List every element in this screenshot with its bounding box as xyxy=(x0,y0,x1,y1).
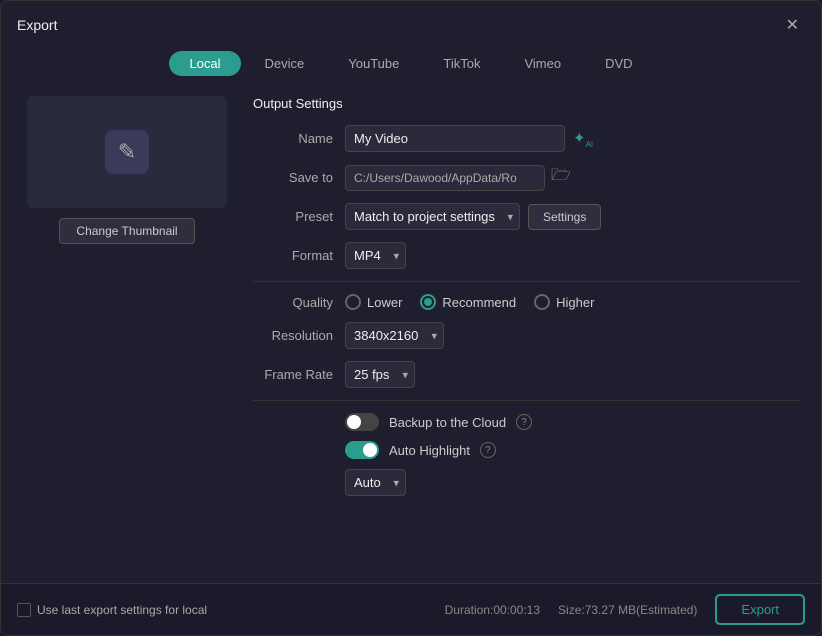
folder-icon[interactable]: 🗁 xyxy=(551,164,571,191)
auto-highlight-knob xyxy=(363,443,377,457)
backup-toggle-knob xyxy=(347,415,361,429)
backup-row: Backup to the Cloud ? xyxy=(253,413,801,431)
auto-highlight-label: Auto Highlight xyxy=(389,443,470,458)
format-select[interactable]: MP4 xyxy=(345,242,406,269)
last-settings-label: Use last export settings for local xyxy=(37,603,207,617)
auto-select-wrapper: Auto xyxy=(345,469,406,496)
settings-button[interactable]: Settings xyxy=(528,204,601,230)
name-input-group: ✦AI xyxy=(345,125,593,152)
auto-highlight-help-icon[interactable]: ? xyxy=(480,442,496,458)
change-thumbnail-button[interactable]: Change Thumbnail xyxy=(59,218,194,244)
name-input[interactable] xyxy=(345,125,565,152)
quality-higher-option[interactable]: Higher xyxy=(534,294,594,310)
format-label: Format xyxy=(253,248,333,263)
quality-higher-label: Higher xyxy=(556,295,594,310)
quality-recommend-radio[interactable] xyxy=(420,294,436,310)
title-bar: Export ✕ xyxy=(1,1,821,45)
tab-local[interactable]: Local xyxy=(169,51,240,76)
footer-right: Duration:00:00:13 Size:73.27 MB(Estimate… xyxy=(445,594,805,625)
resolution-select-wrapper: 3840x2160 xyxy=(345,322,444,349)
content-area: ✎ Change Thumbnail Output Settings Name … xyxy=(1,86,821,583)
resolution-row: Resolution 3840x2160 xyxy=(253,322,801,349)
framerate-row: Frame Rate 25 fps xyxy=(253,361,801,388)
thumbnail-preview: ✎ xyxy=(27,96,227,208)
tab-tiktok[interactable]: TikTok xyxy=(423,51,500,76)
last-settings-checkbox[interactable] xyxy=(17,603,31,617)
duration-info: Duration:00:00:13 xyxy=(445,603,540,617)
quality-lower-radio[interactable] xyxy=(345,294,361,310)
dialog-title: Export xyxy=(17,17,57,33)
preset-select-wrapper: Match to project settings xyxy=(345,203,520,230)
framerate-select-wrapper: 25 fps xyxy=(345,361,415,388)
preset-label: Preset xyxy=(253,209,333,224)
footer-left: Use last export settings for local xyxy=(17,603,207,617)
tab-youtube[interactable]: YouTube xyxy=(328,51,419,76)
quality-label: Quality xyxy=(253,295,333,310)
quality-options: Lower Recommend Higher xyxy=(345,294,594,310)
backup-label: Backup to the Cloud xyxy=(389,415,506,430)
quality-lower-label: Lower xyxy=(367,295,402,310)
name-row: Name ✦AI xyxy=(253,125,801,152)
save-to-label: Save to xyxy=(253,170,333,185)
quality-row: Quality Lower Recommend Higher xyxy=(253,294,801,310)
size-info: Size:73.27 MB(Estimated) xyxy=(558,603,697,617)
format-select-wrapper: MP4 xyxy=(345,242,406,269)
resolution-select[interactable]: 3840x2160 xyxy=(345,322,444,349)
divider-2 xyxy=(253,400,801,401)
close-button[interactable]: ✕ xyxy=(780,13,805,37)
path-input-group: 🗁 xyxy=(345,164,571,191)
auto-highlight-toggle[interactable] xyxy=(345,441,379,459)
framerate-label: Frame Rate xyxy=(253,367,333,382)
export-dialog: Export ✕ Local Device YouTube TikTok Vim… xyxy=(0,0,822,636)
last-settings-checkbox-label[interactable]: Use last export settings for local xyxy=(17,603,207,617)
tab-vimeo[interactable]: Vimeo xyxy=(504,51,581,76)
divider-1 xyxy=(253,281,801,282)
auto-select-row: Auto xyxy=(253,469,801,496)
auto-highlight-row: Auto Highlight ? xyxy=(253,441,801,459)
thumbnail-edit-icon: ✎ xyxy=(105,130,149,174)
preset-group: Match to project settings Settings xyxy=(345,203,601,230)
backup-help-icon[interactable]: ? xyxy=(516,414,532,430)
ai-icon[interactable]: ✦AI xyxy=(573,129,593,149)
export-button[interactable]: Export xyxy=(715,594,805,625)
preset-row: Preset Match to project settings Setting… xyxy=(253,203,801,230)
footer: Use last export settings for local Durat… xyxy=(1,583,821,635)
path-input[interactable] xyxy=(345,165,545,191)
backup-toggle[interactable] xyxy=(345,413,379,431)
tabs-bar: Local Device YouTube TikTok Vimeo DVD xyxy=(1,45,821,86)
auto-select[interactable]: Auto xyxy=(345,469,406,496)
framerate-select[interactable]: 25 fps xyxy=(345,361,415,388)
quality-recommend-inner xyxy=(424,298,432,306)
output-settings-title: Output Settings xyxy=(253,96,801,111)
left-panel: ✎ Change Thumbnail xyxy=(17,96,237,583)
tab-device[interactable]: Device xyxy=(245,51,325,76)
tab-dvd[interactable]: DVD xyxy=(585,51,652,76)
format-row: Format MP4 xyxy=(253,242,801,269)
quality-lower-option[interactable]: Lower xyxy=(345,294,402,310)
quality-higher-radio[interactable] xyxy=(534,294,550,310)
save-to-row: Save to 🗁 xyxy=(253,164,801,191)
resolution-label: Resolution xyxy=(253,328,333,343)
preset-select[interactable]: Match to project settings xyxy=(345,203,520,230)
name-label: Name xyxy=(253,131,333,146)
quality-recommend-option[interactable]: Recommend xyxy=(420,294,516,310)
quality-recommend-label: Recommend xyxy=(442,295,516,310)
right-panel: Output Settings Name ✦AI Save to 🗁 Pre xyxy=(253,96,805,583)
